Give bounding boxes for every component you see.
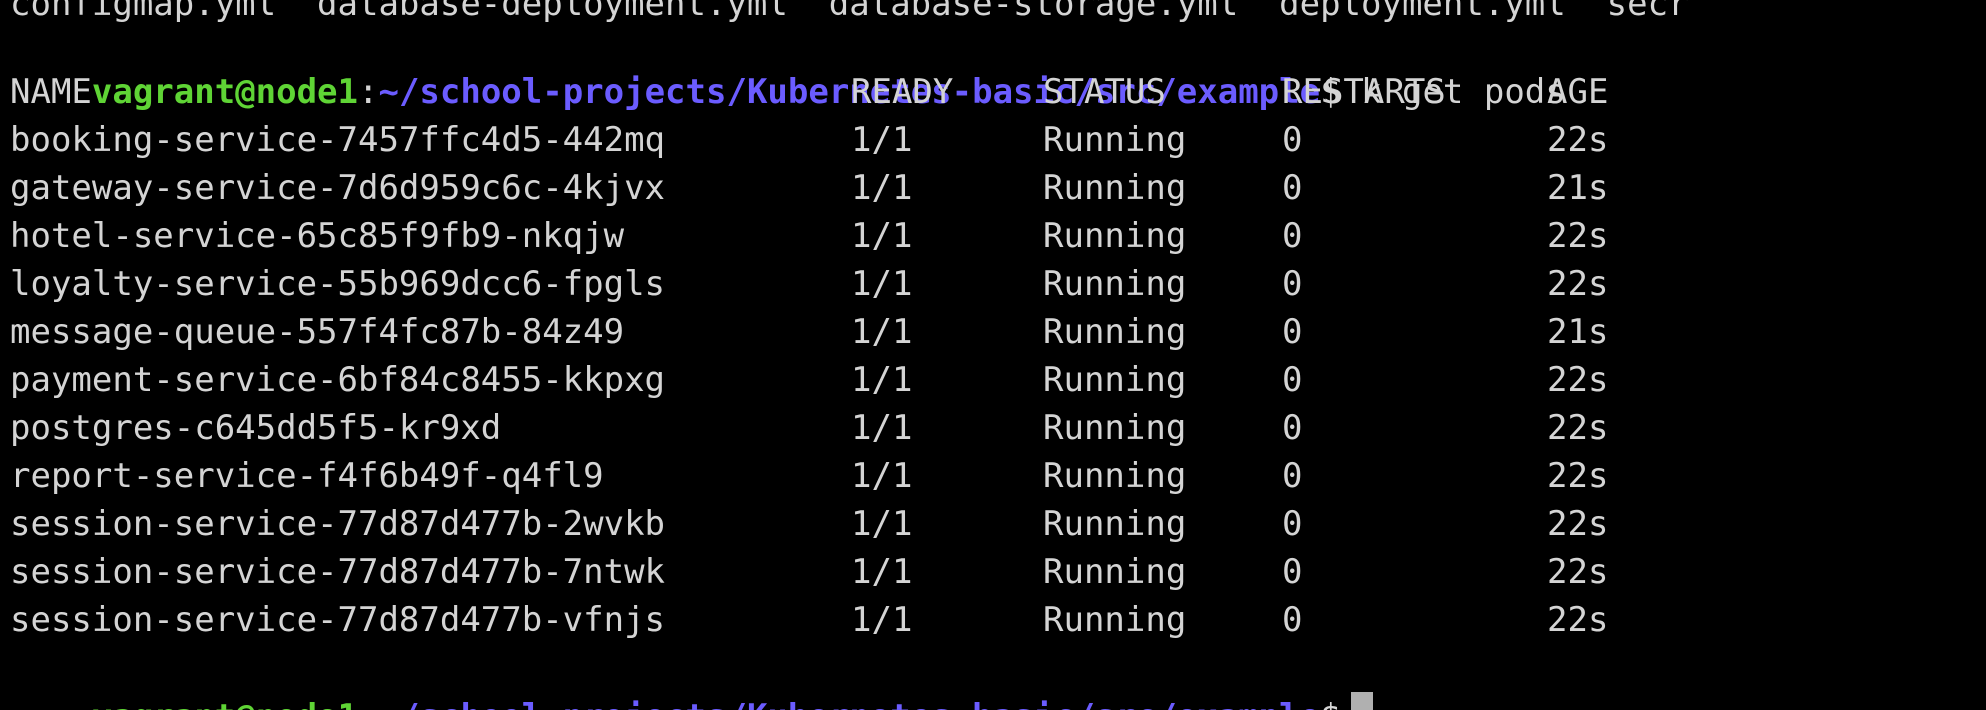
pod-age: 21s: [1547, 168, 1609, 208]
table-row: session-service-77d87d477b-7ntwk 1/1 Run…: [0, 548, 1986, 596]
pod-ready: 1/1: [851, 360, 913, 400]
pod-age: 22s: [1547, 456, 1609, 496]
pod-name: session-service-77d87d477b-vfnjs: [10, 600, 666, 640]
pod-name: session-service-77d87d477b-2wvkb: [10, 504, 666, 544]
pod-name: booking-service-7457ffc4d5-442mq: [10, 120, 666, 160]
pod-ready: 1/1: [851, 408, 913, 448]
pod-age: 22s: [1547, 600, 1609, 640]
table-row: report-service-f4f6b49f-q4fl9 1/1 Runnin…: [0, 452, 1986, 500]
pod-status: Running: [1043, 120, 1187, 160]
table-row: postgres-c645dd5f5-kr9xd 1/1 Running 0 2…: [0, 404, 1986, 452]
pod-status: Running: [1043, 552, 1187, 592]
pod-restarts: 0: [1282, 168, 1303, 208]
header-name: NAME: [10, 72, 92, 112]
table-row: booking-service-7457ffc4d5-442mq 1/1 Run…: [0, 116, 1986, 164]
table-row: gateway-service-7d6d959c6c-4kjvx 1/1 Run…: [0, 164, 1986, 212]
header-restarts: RESTARTS: [1282, 72, 1446, 112]
prompt-path: ~/school-projects/Kubernetes-basic/src/e…: [378, 697, 1320, 710]
pod-name: session-service-77d87d477b-7ntwk: [10, 552, 666, 592]
pod-age: 22s: [1547, 120, 1609, 160]
pod-restarts: 0: [1282, 504, 1303, 544]
pod-ready: 1/1: [851, 504, 913, 544]
pod-ready: 1/1: [851, 120, 913, 160]
pod-age: 21s: [1547, 312, 1609, 352]
pod-status: Running: [1043, 168, 1187, 208]
pod-age: 22s: [1547, 408, 1609, 448]
table-row: message-queue-557f4fc87b-84z49 1/1 Runni…: [0, 308, 1986, 356]
table-header-row: NAME READY STATUS RESTARTS AGE: [0, 68, 1986, 116]
pod-age: 22s: [1547, 216, 1609, 256]
pod-ready: 1/1: [851, 264, 913, 304]
pod-ready: 1/1: [851, 216, 913, 256]
pod-status: Running: [1043, 408, 1187, 448]
table-row: loyalty-service-55b969dcc6-fpgls 1/1 Run…: [0, 260, 1986, 308]
pod-restarts: 0: [1282, 408, 1303, 448]
pod-name: hotel-service-65c85f9fb9-nkqjw: [10, 216, 625, 256]
pod-age: 22s: [1547, 264, 1609, 304]
pod-restarts: 0: [1282, 216, 1303, 256]
pod-status: Running: [1043, 216, 1187, 256]
pod-restarts: 0: [1282, 264, 1303, 304]
pod-ready: 1/1: [851, 600, 913, 640]
active-prompt-line[interactable]: vagrant@node1:~/school-projects/Kubernet…: [10, 644, 1373, 710]
pod-status: Running: [1043, 456, 1187, 496]
pod-status: Running: [1043, 360, 1187, 400]
table-row: session-service-77d87d477b-2wvkb 1/1 Run…: [0, 500, 1986, 548]
prompt-separator: :: [358, 697, 378, 710]
pod-status: Running: [1043, 264, 1187, 304]
table-row: payment-service-6bf84c8455-kkpxg 1/1 Run…: [0, 356, 1986, 404]
pod-restarts: 0: [1282, 360, 1303, 400]
pod-ready: 1/1: [851, 312, 913, 352]
header-status: STATUS: [1043, 72, 1166, 112]
pod-name: gateway-service-7d6d959c6c-4kjvx: [10, 168, 666, 208]
header-age: AGE: [1547, 72, 1609, 112]
pod-name: payment-service-6bf84c8455-kkpxg: [10, 360, 666, 400]
pod-restarts: 0: [1282, 120, 1303, 160]
table-row: hotel-service-65c85f9fb9-nkqjw 1/1 Runni…: [0, 212, 1986, 260]
terminal-window[interactable]: configmap.yml database-deployment.yml da…: [0, 0, 1986, 710]
pod-age: 22s: [1547, 552, 1609, 592]
pod-age: 22s: [1547, 504, 1609, 544]
pod-restarts: 0: [1282, 552, 1303, 592]
pod-status: Running: [1043, 312, 1187, 352]
pod-restarts: 0: [1282, 312, 1303, 352]
pod-age: 22s: [1547, 360, 1609, 400]
pod-name: postgres-c645dd5f5-kr9xd: [10, 408, 502, 448]
pod-ready: 1/1: [851, 168, 913, 208]
table-row: session-service-77d87d477b-vfnjs 1/1 Run…: [0, 596, 1986, 644]
pod-name: message-queue-557f4fc87b-84z49: [10, 312, 625, 352]
header-ready: READY: [851, 72, 954, 112]
prompt-user-host: vagrant@node1: [92, 697, 358, 710]
pod-restarts: 0: [1282, 600, 1303, 640]
pod-status: Running: [1043, 504, 1187, 544]
pod-status: Running: [1043, 600, 1187, 640]
pod-ready: 1/1: [851, 552, 913, 592]
pod-restarts: 0: [1282, 456, 1303, 496]
pod-name: loyalty-service-55b969dcc6-fpgls: [10, 264, 666, 304]
command-prompt-line: vagrant@node1:~/school-projects/Kubernet…: [10, 20, 1566, 112]
pod-ready: 1/1: [851, 456, 913, 496]
prompt-dollar: $: [1320, 697, 1340, 710]
pod-name: report-service-f4f6b49f-q4fl9: [10, 456, 604, 496]
text-cursor[interactable]: [1350, 692, 1373, 710]
